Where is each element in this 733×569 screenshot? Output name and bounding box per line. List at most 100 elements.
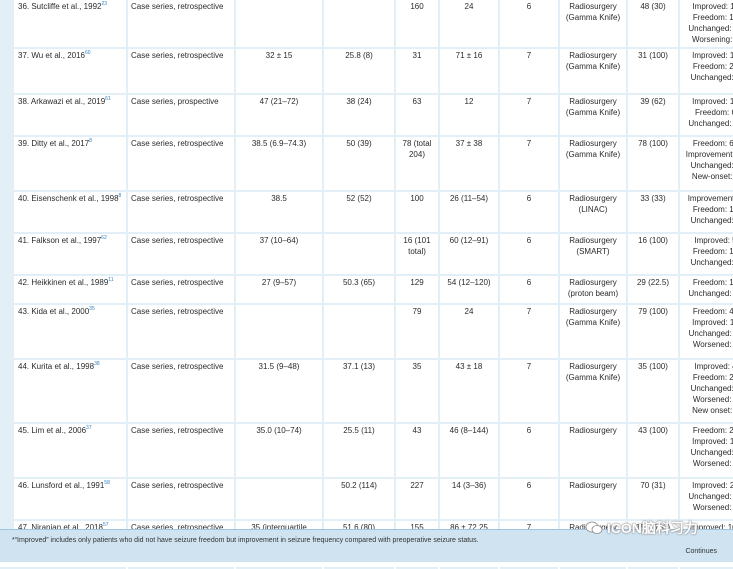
cell-text: 37.1 (13) [342,362,376,371]
study-cell: 43. Kida et al., 200035 [0,305,126,360]
cell-text: 227 [410,481,424,490]
col4-cell: 38 (24) [324,95,394,137]
footnote-text: *“Improved” includes only patients who d… [12,537,479,544]
cell-text: 79 [412,307,422,316]
wechat-icon [585,521,603,538]
design-cell: Case series, retrospective [128,424,234,479]
table-row: 42. Heikkinen et al., 198911 Case series,… [0,276,733,305]
cell-text: 78 (total 204) [402,139,432,159]
cell-text: Unchanged: 8 [690,448,733,457]
cell-text: 129 [410,278,424,287]
freedom-cell: 33 (33) [628,192,678,234]
table-row: 46. Lunsford et al., 199158 Case series, … [0,479,733,521]
col4-cell: 50.3 (65) [324,276,394,305]
n-cell: 227 [396,479,438,521]
evidence-table: 36. Sutcliffe et al., 199223 Case series,… [0,0,733,569]
cell-text: 47 (21–72) [259,97,299,106]
cell-text: New-onset: 5 [691,172,733,181]
col4-cell: 50.2 (114) [324,479,394,521]
cell-text: 6 [526,278,532,287]
cell-text: Radiosurgery [569,362,617,371]
study-cell: 42. Heikkinen et al., 198911 [0,276,126,305]
freedom-cell: 16 (100) [628,234,678,276]
cell-text: 32 ± 15 [265,51,293,60]
cell-text: 50.3 (65) [342,278,376,287]
cell-text: Freedom: 10 [692,247,733,256]
cell-text: 50.2 (114) [341,481,377,490]
cell-text: 14 (3–36) [451,481,487,490]
treatment-cell: Radiosurgery (SMART) [560,234,626,276]
treatment-cell: Radiosurgery (Gamma Knife) [560,137,626,192]
cell-text: 160 [410,2,424,11]
reference-superscript: 61 [105,96,111,102]
outcome-cell: Freedom: 16 Unchanged: 13 [680,276,733,305]
outcome-cell: Freedom: 48 Improved: 17 Unchanged: 11 Wors… [680,305,733,360]
study-cell: 41. Falkson et al., 199762 [0,234,126,276]
cell-text: 39 (62) [640,97,666,106]
n-cell: 63 [396,95,438,137]
design-cell: Case series, retrospective [128,234,234,276]
freedom-cell: 35 (100) [628,360,678,424]
cell-text: 6 [526,481,532,490]
level-cell: 7 [500,49,558,95]
col4-cell [324,305,394,360]
study-cell: 44. Kurita et al., 199838 [0,360,126,424]
cell-text: 7 [526,51,532,60]
level-cell: 6 [500,0,558,49]
cell-text: Freedom: 20 [692,62,733,71]
cell-text: 33 (33) [640,194,666,203]
cell-text: Unchanged: 13 [688,289,733,298]
freedom-cell: 31 (100) [628,49,678,95]
level-cell: 6 [500,424,558,479]
cell-text: 43 ± 18 [455,362,483,371]
cell-text: Improvement: 6 [687,194,733,203]
level-cell: 7 [500,305,558,360]
table-row: 43. Kida et al., 200035 Case series, retr… [0,305,733,360]
cell-text: (SMART) [576,247,610,256]
cell-text: 38. Arkawazi et al., 2019 [18,97,106,106]
cell-text: 31 (100) [638,51,668,60]
cell-text: Worsened: 1 [692,395,733,404]
evidence-table-container: 36. Sutcliffe et al., 199223 Case series,… [0,0,733,569]
treatment-cell: Radiosurgery [560,424,626,479]
cell-text: Worsened: 3 [692,340,733,349]
cell-text: Case series, retrospective [131,2,224,11]
reference-superscript: 8 [118,193,122,199]
level-cell: 6 [500,234,558,276]
cell-text: Unchanged: 2 [690,384,733,393]
cell-text: 78 (100) [638,139,668,148]
n-cell: 78 (total 204) [396,137,438,192]
followup-cell: 14 (3–36) [440,479,498,521]
cell-text: 16 (101 total) [403,236,431,256]
level-cell: 6 [500,479,558,521]
cell-text: Unchanged: 1 [690,73,733,82]
cell-text: 36. Sutcliffe et al., 1992 [18,2,102,11]
cell-text: Radiosurgery [569,97,617,106]
reference-superscript: 35 [89,306,95,312]
freedom-cell: 43 (100) [628,424,678,479]
age-cell: 38.5 [236,192,322,234]
continues-label: Continues [685,548,717,555]
followup-cell: 60 (12–91) [440,234,498,276]
cell-text: Unchanged: 15 [688,119,733,128]
followup-cell: 71 ± 16 [440,49,498,95]
outcome-cell: Improved: 10 Freedom: 20 Unchanged: 1 [680,49,733,95]
cell-text: 71 ± 16 [455,51,483,60]
study-cell: 45. Lim et al., 200637 [0,424,126,479]
cell-text: 35 [412,362,422,371]
cell-text: Improved: 10 [692,437,733,446]
outcome-cell: Improved: 5 Freedom: 10 Unchanged: 1 [680,234,733,276]
cell-text: 100 [410,194,424,203]
cell-text: Case series, retrospective [131,139,224,148]
cell-text: 7 [526,307,532,316]
design-cell: Case series, retrospective [128,137,234,192]
design-cell: Case series, retrospective [128,305,234,360]
freedom-cell: 79 (100) [628,305,678,360]
col4-cell [324,0,394,49]
table-row: 39. Ditty et al., 20178 Case series, retr… [0,137,733,192]
cell-text: Improved: 10 [692,51,733,60]
col4-cell [324,234,394,276]
cell-text: 60 (12–91) [449,236,489,245]
cell-text: Unchanged: 4 [690,161,733,170]
age-cell: 32 ± 15 [236,49,322,95]
